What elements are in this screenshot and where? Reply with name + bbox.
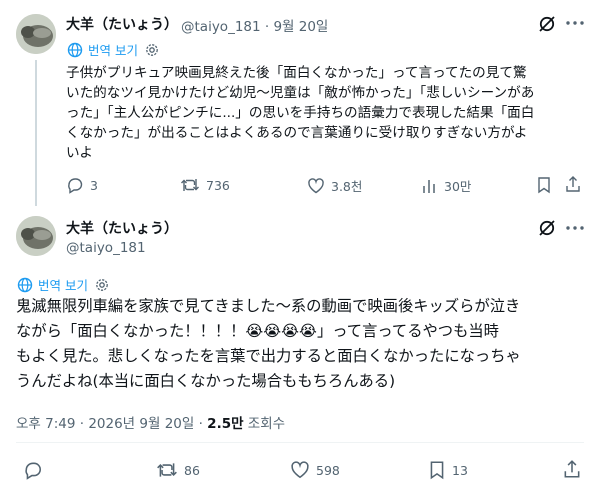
retweet-icon [181,179,199,191]
share-button[interactable] [563,459,581,479]
reply-button[interactable] [23,460,43,480]
translate-link[interactable]: 번역 보기 [38,275,88,294]
tweet-text-line: いた的なツイ見かけたけど幼児〜児童は「敵が怖かった」「悲しいシーンがあ [66,85,535,101]
share-icon [566,176,580,192]
more-options-icon[interactable] [566,226,584,230]
tweet-text-line: 鬼滅無限列車編を家族で見てきました〜系の動画で映画後キッズらが泣き [16,297,521,315]
like-button[interactable]: 598 [290,460,340,480]
heart-icon [291,461,309,479]
retweet-count: 86 [184,462,200,478]
translate-icon [17,277,33,292]
views-count: 2.5만 [207,416,244,432]
views-count: 30만 [444,179,472,194]
avatar[interactable] [16,216,56,256]
reply-icon [68,178,83,194]
timestamp-row: 오후 7:49 · 2026년 9월 20일 · 2.5만 조회수 [16,412,285,432]
tweet-text-line: ながら「面白くなかった！！！！😭😭😭😭」って言ってるやつも当時 [16,322,499,340]
like-count: 598 [316,462,340,478]
heart-icon [308,177,324,193]
tweet-text-line: いよ [66,145,93,161]
author-handle[interactable]: @taiyo_181 [66,240,146,256]
bookmark-button[interactable] [536,176,552,194]
more-options-icon[interactable] [566,21,584,25]
settings-icon[interactable] [145,43,159,57]
views-chart-icon [423,179,435,193]
author-name[interactable]: 大羊（たいょう） [66,14,178,34]
handle-and-time[interactable]: @taiyo_181 · 9월 20일 [181,15,328,35]
avatar[interactable] [16,14,56,54]
retweet-button[interactable]: 736 [180,176,230,194]
retweet-button[interactable]: 86 [156,460,200,480]
translate-row[interactable]: 번역 보기 [67,40,159,59]
bookmark-button[interactable]: 13 [428,460,468,480]
bookmark-icon [430,461,444,480]
reply-icon [25,462,41,480]
retweet-count: 736 [206,177,230,193]
translate-link[interactable]: 번역 보기 [88,40,138,59]
bookmark-icon [538,177,550,194]
share-icon [564,460,580,478]
author-name[interactable]: 大羊（たいょう） [66,218,178,238]
bookmark-count: 13 [452,462,468,478]
grok-icon[interactable] [538,219,556,237]
translate-row[interactable]: 번역 보기 [17,275,109,294]
views-label: 조회수 [243,416,286,432]
tweet-text: 鬼滅無限列車編を家族で見てきました〜系の動画で映画後キッズらが泣き ながら「面白… [16,294,586,394]
tweet-text: 子供がプリキュア映画見終えた後「面白くなかった」って言ってたの見て驚 いた的なツ… [66,63,586,163]
thread-line [35,60,37,206]
retweet-icon [157,463,177,477]
like-button[interactable]: 3.8천 [307,176,362,195]
reply-count: 3 [90,177,98,193]
share-button[interactable] [565,175,581,193]
views-button[interactable]: 30만 [420,176,471,195]
grok-icon[interactable] [538,15,556,33]
translate-icon [67,42,83,57]
tweet-text-line: った」「主人公がピンチに...」の思いを手持ちの語彙力で表現した結果「面白 [66,105,535,121]
tweet-text-line: もよく見た。悲しくなったを言葉で出力すると面白くなかったになっちゃ [16,347,521,365]
tweet-text-line: うんだよね(本当に面白くなかった場合ももちろんある) [16,372,396,390]
settings-icon[interactable] [95,278,109,292]
like-count: 3.8천 [331,179,363,194]
timestamp[interactable]: 오후 7:49 · 2026년 9월 20일 · [16,416,207,432]
tweet-text-line: くなかった」が出ることはよくあるので言葉通りに受け取りすぎない方がよ [66,125,528,141]
tweet-text-line: 子供がプリキュア映画見終えた後「面白くなかった」って言ってたの見て驚 [66,65,527,81]
divider [16,442,584,443]
reply-button[interactable]: 3 [66,176,98,194]
